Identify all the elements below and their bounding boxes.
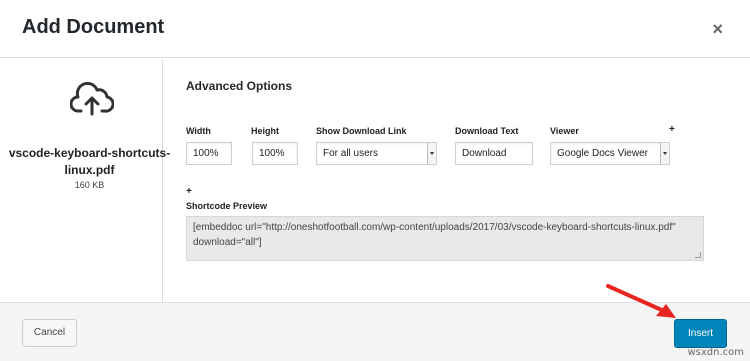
download-link-select[interactable]: For all users xyxy=(316,142,437,165)
close-icon[interactable]: × xyxy=(712,20,723,38)
shortcode-label: Shortcode Preview xyxy=(186,201,268,211)
shortcode-text: [embeddoc url="http://oneshotfootball.co… xyxy=(193,222,676,248)
download-text-input[interactable]: Download xyxy=(455,142,533,165)
advanced-options-panel: Advanced Options Width 100% Height 100% … xyxy=(163,59,750,302)
dialog-header: Add Document × xyxy=(0,0,750,58)
shortcode-preview[interactable]: [embeddoc url="http://oneshotfootball.co… xyxy=(186,216,704,261)
chevron-down-icon xyxy=(660,143,669,164)
cloud-upload-icon xyxy=(70,81,114,116)
add-option-icon[interactable]: + xyxy=(669,124,675,135)
viewer-label: Viewer xyxy=(550,126,579,136)
chevron-down-icon xyxy=(427,143,436,164)
section-title: Advanced Options xyxy=(186,79,293,93)
file-size: 160 KB xyxy=(74,180,105,190)
dialog-title: Add Document xyxy=(22,16,165,38)
download-link-label: Show Download Link xyxy=(316,126,407,136)
annotation-arrow-icon xyxy=(606,284,676,318)
file-preview-panel: vscode-keyboard-shortcuts-linux.pdf 160 … xyxy=(0,59,170,302)
width-input[interactable]: 100% xyxy=(186,142,232,165)
viewer-select[interactable]: Google Docs Viewer xyxy=(550,142,670,165)
viewer-value: Google Docs Viewer xyxy=(557,148,648,159)
cancel-button[interactable]: Cancel xyxy=(22,319,77,347)
height-input[interactable]: 100% xyxy=(252,142,298,165)
add-row-icon[interactable]: + xyxy=(186,186,192,197)
download-text-label: Download Text xyxy=(455,126,519,136)
download-link-value: For all users xyxy=(323,148,379,159)
file-name: vscode-keyboard-shortcuts-linux.pdf xyxy=(8,146,171,177)
watermark: wsxdn.com xyxy=(687,347,744,358)
width-label: Width xyxy=(186,126,211,136)
resize-handle-icon[interactable] xyxy=(695,252,701,258)
height-label: Height xyxy=(251,126,279,136)
